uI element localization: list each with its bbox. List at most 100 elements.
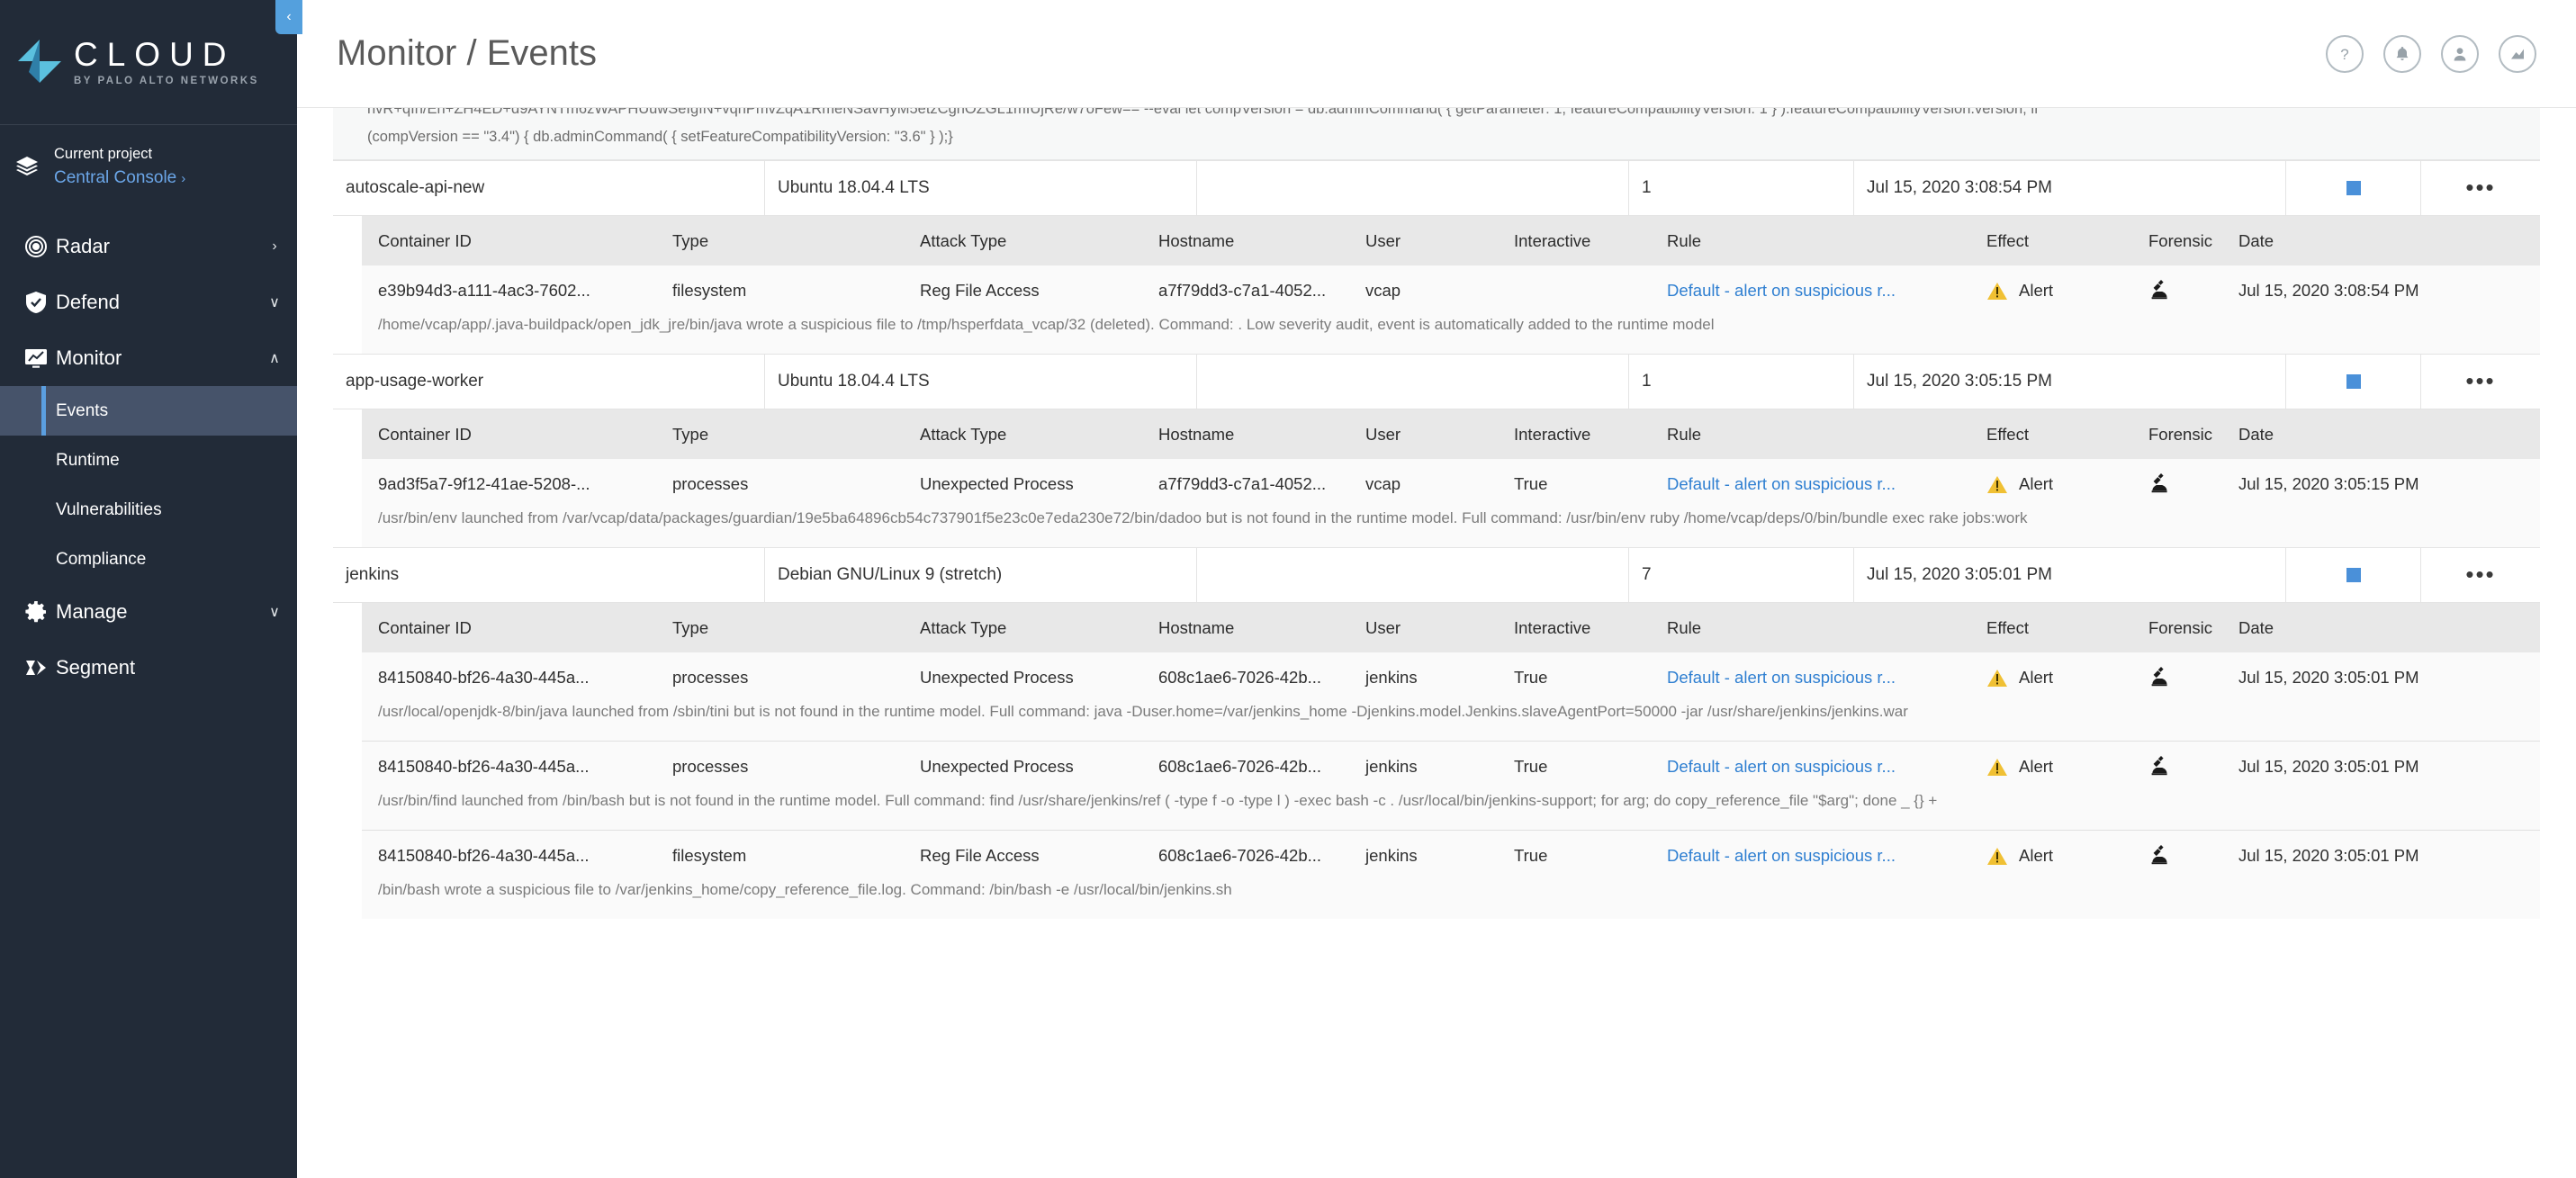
sidebar-item-runtime[interactable]: Runtime xyxy=(0,436,297,485)
sidebar-item-defend[interactable]: Defend ∨ xyxy=(0,274,297,330)
col-effect: Effect xyxy=(1986,617,2029,637)
group-detail-table: Container ID Type Attack Type Hostname U… xyxy=(333,216,2540,354)
table-row[interactable]: app-usage-worker Ubuntu 18.04.4 LTS 1 Ju… xyxy=(333,354,2540,409)
table-row[interactable]: e39b94d3-a111-4ac3-7602... filesystem Re… xyxy=(362,265,2540,316)
warning-triangle-icon xyxy=(1986,669,2008,688)
event-description: /usr/bin/env launched from /var/vcap/dat… xyxy=(362,509,2540,547)
table-row[interactable]: jenkins Debian GNU/Linux 9 (stretch) 7 J… xyxy=(333,547,2540,603)
overflow-menu-icon[interactable]: ••• xyxy=(2421,548,2540,602)
col-effect: Effect xyxy=(1986,230,2029,250)
sidebar: ‹ CLOUD BY PALO ALTO NETWORKS Current pr… xyxy=(0,0,302,1178)
event-description: /usr/bin/find launched from /bin/bash bu… xyxy=(362,792,2540,830)
cell-effect-label: Alert xyxy=(2019,668,2054,687)
sidebar-item-label: Monitor xyxy=(56,346,122,370)
current-project-value[interactable]: Central Console › xyxy=(54,166,185,191)
cell-user: vcap xyxy=(1365,281,1401,300)
sidebar-item-events[interactable]: Events xyxy=(0,386,297,436)
notifications-bell-icon[interactable] xyxy=(2383,34,2421,73)
cell-date: Jul 15, 2020 3:05:01 PM xyxy=(2238,846,2419,865)
col-forensic: Forensic xyxy=(2148,617,2212,637)
current-project-label: Current project xyxy=(54,146,153,162)
table-row[interactable]: 84150840-bf26-4a30-445a... processes Une… xyxy=(362,652,2540,703)
status-square-icon[interactable] xyxy=(2286,548,2421,602)
col-forensic: Forensic xyxy=(2148,230,2212,250)
cell-rule-link[interactable]: Default - alert on suspicious r... xyxy=(1667,668,1986,688)
sidebar-item-manage[interactable]: Manage ∨ xyxy=(0,584,297,640)
cell-forensic[interactable] xyxy=(2148,665,2238,691)
cell-container-id: 84150840-bf26-4a30-445a... xyxy=(378,846,590,865)
cell-forensic[interactable] xyxy=(2148,472,2238,498)
sidebar-collapse-button[interactable]: ‹ xyxy=(275,0,302,34)
cell-effect: Alert xyxy=(1986,474,2148,494)
group-date: Jul 15, 2020 3:05:01 PM xyxy=(1854,548,2286,602)
cell-effect-label: Alert xyxy=(2019,281,2054,300)
col-user: User xyxy=(1365,424,1401,444)
cell-rule-link[interactable]: Default - alert on suspicious r... xyxy=(1667,474,1986,494)
sidebar-item-monitor[interactable]: Monitor ∧ xyxy=(0,330,297,386)
sidebar-subitem-label: Compliance xyxy=(56,549,147,569)
sidebar-item-segment[interactable]: Segment xyxy=(0,640,297,696)
col-hostname: Hostname xyxy=(1158,424,1235,444)
overflow-menu-icon[interactable]: ••• xyxy=(2421,355,2540,409)
cell-forensic[interactable] xyxy=(2148,278,2238,304)
group-name: autoscale-api-new xyxy=(333,161,765,215)
cell-attack-type: Unexpected Process xyxy=(920,668,1074,687)
status-square-icon[interactable] xyxy=(2286,355,2421,409)
status-square-icon[interactable] xyxy=(2286,161,2421,215)
sidebar-item-compliance[interactable]: Compliance xyxy=(0,535,297,584)
microscope-icon xyxy=(2148,279,2170,305)
brand-name: CLOUD xyxy=(74,36,236,74)
cell-hostname: 608c1ae6-7026-42b... xyxy=(1158,668,1322,687)
chevron-down-icon: ∨ xyxy=(269,295,280,311)
col-effect: Effect xyxy=(1986,424,2029,444)
col-attack-type: Attack Type xyxy=(920,230,1007,250)
cell-user: jenkins xyxy=(1365,846,1418,865)
col-container-id: Container ID xyxy=(378,230,472,250)
chevron-up-icon: ∧ xyxy=(269,351,280,367)
cell-forensic[interactable] xyxy=(2148,843,2238,869)
col-type: Type xyxy=(672,230,709,250)
group-date: Jul 15, 2020 3:05:15 PM xyxy=(1854,355,2286,409)
table-row[interactable]: 84150840-bf26-4a30-445a... filesystem Re… xyxy=(362,831,2540,881)
cell-effect: Alert xyxy=(1986,668,2148,688)
cell-forensic[interactable] xyxy=(2148,754,2238,780)
help-icon[interactable]: ? xyxy=(2326,34,2364,73)
col-date: Date xyxy=(2238,424,2274,444)
table-row[interactable]: 84150840-bf26-4a30-445a... processes Une… xyxy=(362,742,2540,792)
brand-tagline: BY PALO ALTO NETWORKS xyxy=(74,75,259,86)
col-forensic: Forensic xyxy=(2148,424,2212,444)
current-project[interactable]: Current project Central Console › xyxy=(0,124,297,210)
top-bar: Monitor / Events ? xyxy=(297,0,2576,108)
radar-icon xyxy=(16,235,56,258)
sidebar-item-vulnerabilities[interactable]: Vulnerabilities xyxy=(0,485,297,535)
analytics-icon[interactable] xyxy=(2499,34,2536,73)
cell-interactive: True xyxy=(1514,474,1548,493)
sidebar-item-label: Manage xyxy=(56,600,128,624)
sidebar-subitem-label: Events xyxy=(56,400,109,420)
sidebar-item-radar[interactable]: Radar › xyxy=(0,219,297,274)
user-account-icon[interactable] xyxy=(2441,34,2479,73)
group-os: Ubuntu 18.04.4 LTS xyxy=(765,161,1197,215)
cell-rule-link[interactable]: Default - alert on suspicious r... xyxy=(1667,846,1986,866)
sidebar-subitem-label: Vulnerabilities xyxy=(56,499,162,519)
col-hostname: Hostname xyxy=(1158,617,1235,637)
group-detail-table: Container ID Type Attack Type Hostname U… xyxy=(333,409,2540,547)
cell-container-id: 9ad3f5a7-9f12-41ae-5208-... xyxy=(378,474,590,493)
cell-rule-link[interactable]: Default - alert on suspicious r... xyxy=(1667,281,1986,301)
clipped-line-2: (compVersion == "3.4") { db.adminCommand… xyxy=(367,129,953,146)
cell-hostname: a7f79dd3-c7a1-4052... xyxy=(1158,281,1327,300)
cell-interactive: True xyxy=(1514,668,1548,687)
col-user: User xyxy=(1365,230,1401,250)
table-row[interactable]: 9ad3f5a7-9f12-41ae-5208-... processes Un… xyxy=(362,459,2540,509)
microscope-icon xyxy=(2148,666,2170,692)
cell-attack-type: Reg File Access xyxy=(920,846,1040,865)
cell-hostname: a7f79dd3-c7a1-4052... xyxy=(1158,474,1327,493)
cell-rule-link[interactable]: Default - alert on suspicious r... xyxy=(1667,757,1986,777)
sidebar-item-label: Defend xyxy=(56,291,120,314)
shield-check-icon xyxy=(16,291,56,314)
table-row[interactable]: autoscale-api-new Ubuntu 18.04.4 LTS 1 J… xyxy=(333,160,2540,216)
overflow-menu-icon[interactable]: ••• xyxy=(2421,161,2540,215)
cell-date: Jul 15, 2020 3:05:01 PM xyxy=(2238,668,2419,687)
sidebar-item-label: Radar xyxy=(56,235,110,258)
group-blank xyxy=(1197,355,1629,409)
